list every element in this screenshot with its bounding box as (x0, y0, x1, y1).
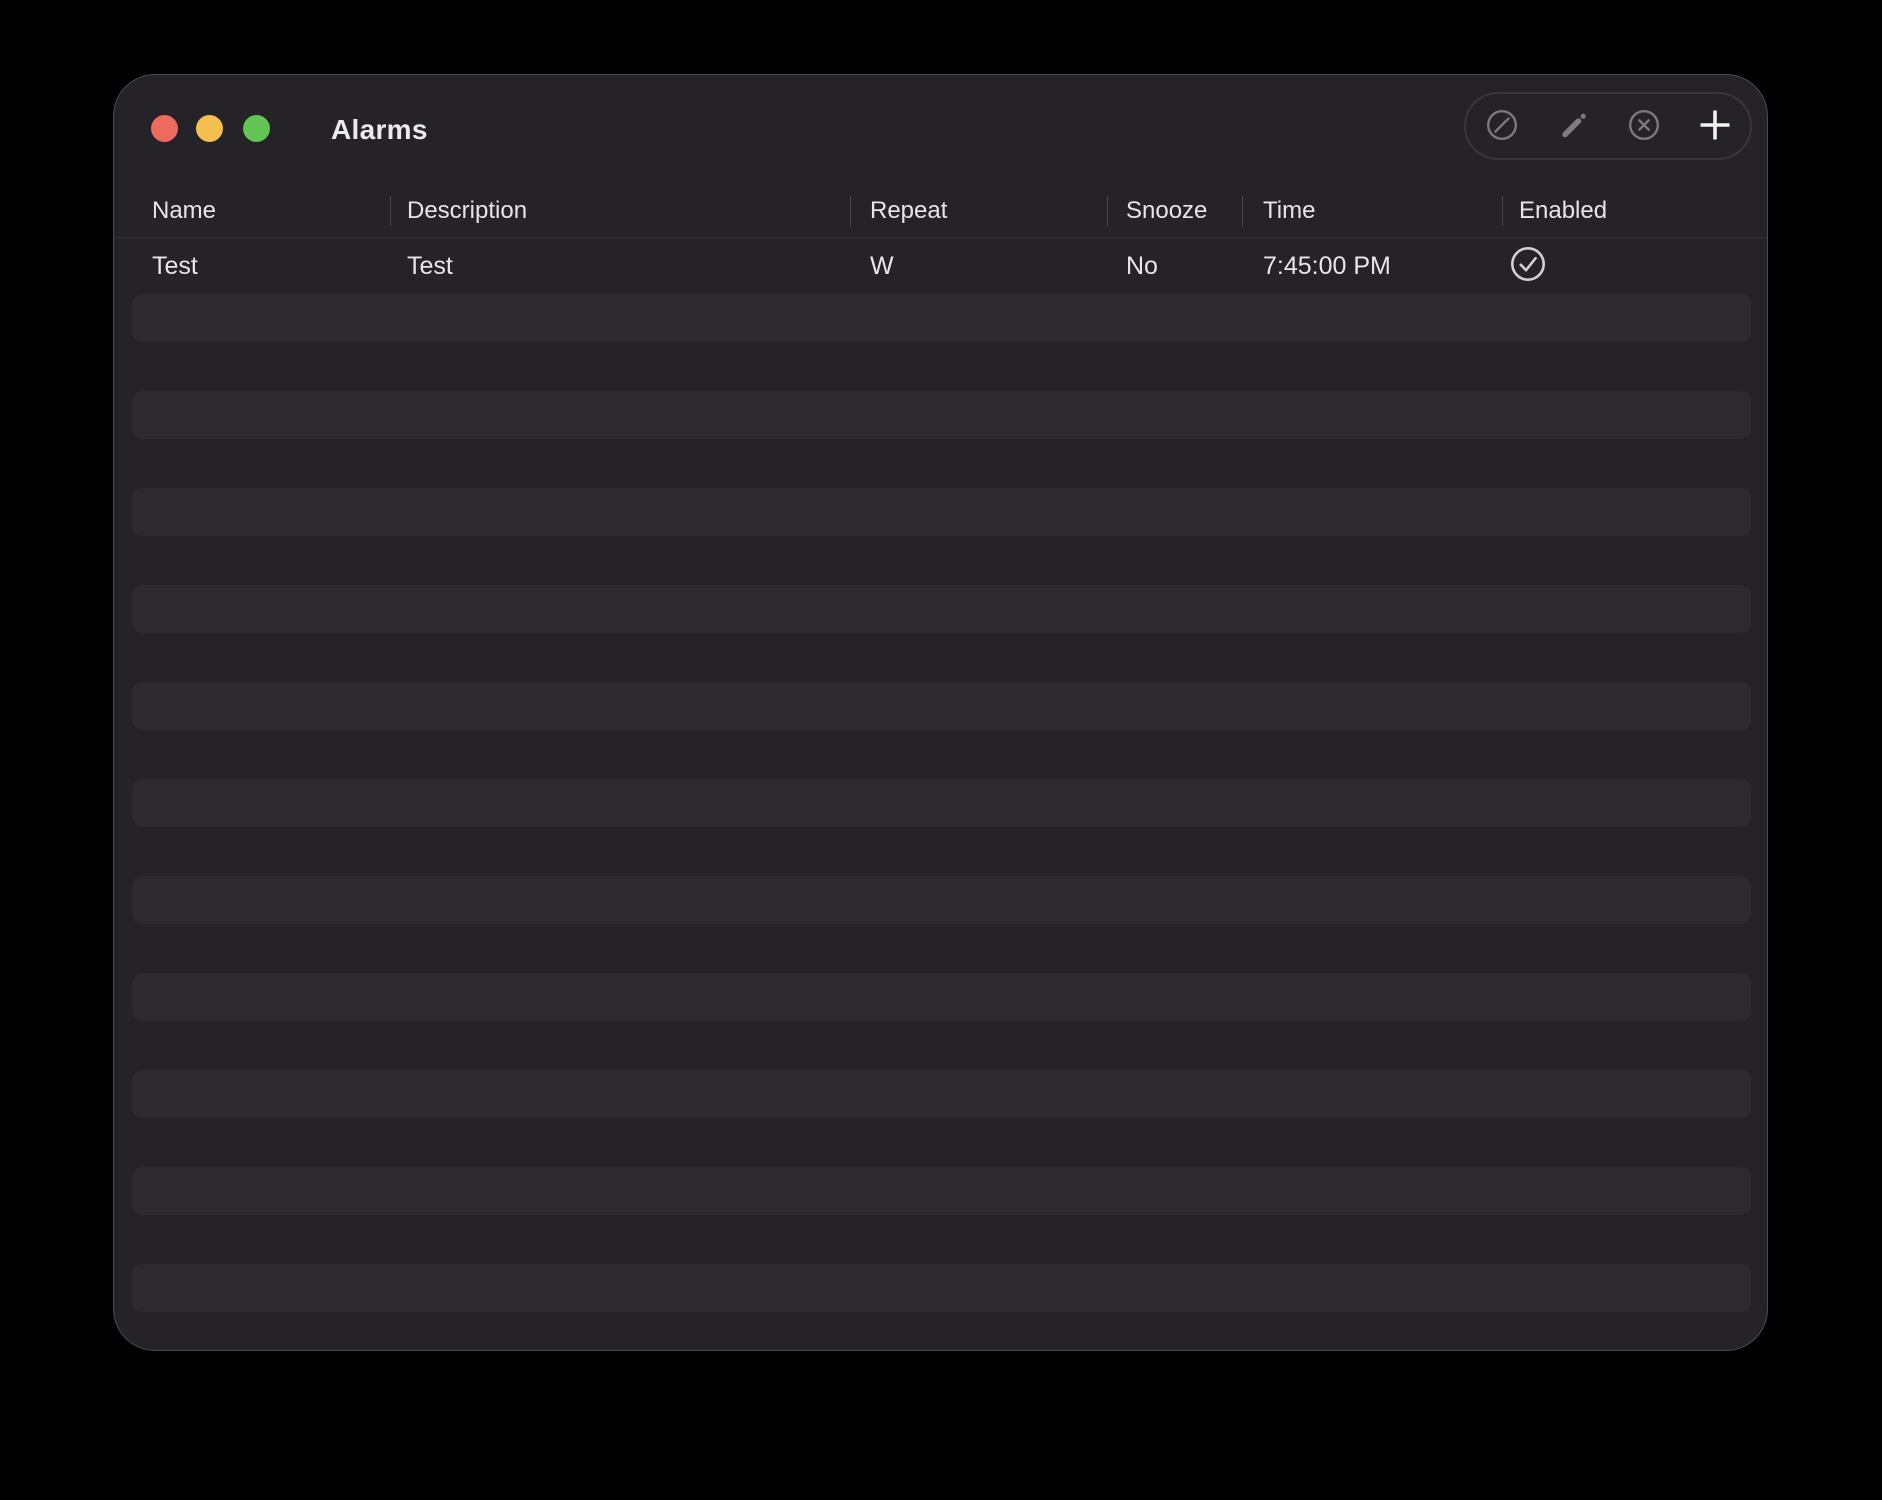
edit-alarm-button[interactable] (1537, 94, 1608, 158)
column-header-time[interactable]: Time (1263, 184, 1315, 238)
empty-row-stripe (132, 294, 1751, 342)
table-row[interactable]: Test Test W No 7:45:00 PM (114, 238, 1767, 294)
column-header-name[interactable]: Name (152, 184, 216, 238)
column-divider (1502, 196, 1503, 226)
x-circle-icon (1627, 108, 1661, 145)
table-header-row: Name Description Repeat Snooze Time Enab… (114, 184, 1767, 238)
cell-snooze: No (1126, 252, 1158, 280)
plus-icon (1698, 108, 1732, 145)
cell-time: 7:45:00 PM (1263, 252, 1391, 280)
titlebar: Alarms (114, 75, 1767, 185)
window-title: Alarms (331, 114, 428, 145)
delete-alarm-button[interactable] (1608, 94, 1679, 158)
empty-row-stripe (132, 585, 1751, 633)
empty-row-stripe (132, 779, 1751, 827)
empty-row-stripe (132, 876, 1751, 924)
cell-name: Test (152, 252, 198, 280)
column-divider (850, 196, 851, 226)
cell-description: Test (407, 252, 453, 280)
column-header-repeat[interactable]: Repeat (870, 184, 947, 238)
circle-slash-icon (1485, 108, 1519, 145)
column-header-enabled[interactable]: Enabled (1519, 184, 1607, 238)
pencil-icon (1556, 108, 1590, 145)
empty-row-stripe (132, 682, 1751, 730)
check-circle-icon (1509, 245, 1547, 288)
empty-rows (132, 294, 1751, 1350)
column-header-snooze[interactable]: Snooze (1126, 184, 1207, 238)
empty-row-stripe (132, 1167, 1751, 1215)
toolbar (1464, 92, 1752, 160)
column-divider (1242, 196, 1243, 226)
column-header-description[interactable]: Description (407, 184, 527, 238)
empty-row-stripe (132, 488, 1751, 536)
empty-row-stripe (132, 1070, 1751, 1118)
empty-row-stripe (132, 391, 1751, 439)
empty-row-stripe (132, 1264, 1751, 1312)
cell-enabled[interactable] (1509, 245, 1547, 288)
cell-repeat: W (870, 252, 894, 280)
add-alarm-button[interactable] (1679, 94, 1750, 158)
column-divider (1107, 196, 1108, 226)
minimize-window-button[interactable] (196, 115, 223, 142)
close-window-button[interactable] (151, 115, 178, 142)
alarms-window: Alarms Name Description Repeat Snooze Ti… (113, 74, 1768, 1351)
disable-alarm-button[interactable] (1466, 94, 1537, 158)
zoom-window-button[interactable] (243, 115, 270, 142)
empty-row-stripe (132, 973, 1751, 1021)
column-divider (390, 196, 391, 226)
